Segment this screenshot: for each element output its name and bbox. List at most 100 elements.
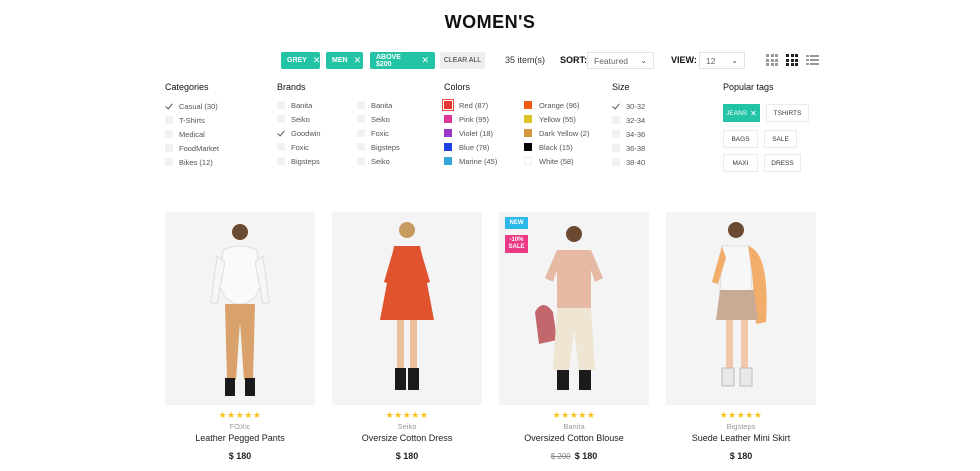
option-label: Medical	[179, 129, 205, 139]
color-swatch[interactable]	[524, 129, 532, 137]
size-option[interactable]: 36-38	[612, 141, 692, 155]
size-option[interactable]: 34-36	[612, 127, 692, 141]
option-label: 32-34	[626, 115, 646, 125]
color-swatch[interactable]	[444, 143, 452, 151]
view-select[interactable]: 12 ⌄	[699, 52, 745, 69]
checkbox[interactable]	[277, 143, 285, 151]
checkbox[interactable]	[165, 116, 173, 124]
color-option-dark-yellow[interactable]: Dark Yellow (2)	[524, 126, 609, 140]
product-image[interactable]: NEW -10% SALE	[499, 212, 649, 405]
brand-option[interactable]: Bigsteps	[357, 140, 432, 154]
product-brand[interactable]: Banita	[499, 422, 649, 432]
checkbox[interactable]	[357, 143, 365, 151]
color-swatch[interactable]	[524, 115, 532, 123]
category-option[interactable]: Bikes (12)	[165, 155, 265, 169]
clear-all-button[interactable]: CLEAR ALL	[440, 52, 485, 69]
tag-tshirts[interactable]: TSHIRTS	[766, 104, 809, 122]
tag-maxi[interactable]: MAXI	[723, 154, 758, 172]
filter-chip-men[interactable]: MEN ✕	[326, 52, 363, 69]
color-swatch[interactable]	[444, 129, 452, 137]
category-option[interactable]: FoodMarket	[165, 141, 265, 155]
product-name[interactable]: Oversized Cotton Blouse	[499, 433, 649, 448]
color-option-yellow[interactable]: Yellow (55)	[524, 112, 609, 126]
product-name[interactable]: Leather Pegged Pants	[165, 433, 315, 448]
checkbox[interactable]	[357, 115, 365, 123]
brand-option[interactable]: Bigsteps	[277, 154, 352, 168]
color-swatch[interactable]	[444, 115, 452, 123]
category-option[interactable]: Casual (30)	[165, 99, 265, 113]
brand-option[interactable]: Banita	[277, 98, 352, 112]
product-image[interactable]	[332, 212, 482, 405]
filter-chip-grey[interactable]: GREY ✕	[281, 52, 320, 69]
size-option[interactable]: 30-32	[612, 99, 692, 113]
checkbox[interactable]	[165, 130, 173, 138]
color-option-violet[interactable]: Violet (18)	[444, 126, 524, 140]
sort-select[interactable]: Featured ⌄	[587, 52, 654, 69]
checkbox[interactable]	[165, 102, 173, 110]
tag-bags[interactable]: BAGS	[723, 130, 758, 148]
product-brand[interactable]: FOXic	[165, 422, 315, 432]
color-swatch[interactable]	[524, 101, 532, 109]
color-option-blue[interactable]: Blue (78)	[444, 140, 524, 154]
filter-chip-price[interactable]: ABOVE $200 ✕	[370, 52, 435, 69]
checkbox[interactable]	[357, 157, 365, 165]
color-option-black[interactable]: Black (15)	[524, 140, 609, 154]
close-icon[interactable]: ✕	[750, 109, 757, 118]
color-swatch[interactable]	[444, 157, 452, 165]
checkbox[interactable]	[612, 130, 620, 138]
brand-option[interactable]: Seiko	[357, 112, 432, 126]
product-name[interactable]: Suede Leather Mini Skirt	[666, 433, 816, 448]
product-card[interactable]: ★★★★★ FOXic Leather Pegged Pants $ 180	[165, 212, 315, 461]
product-card[interactable]: ★★★★★ Seiko Oversize Cotton Dress $ 180	[332, 212, 482, 461]
brand-option[interactable]: Foxic	[277, 140, 352, 154]
product-card[interactable]: NEW -10% SALE ★★★★★ Banita Oversized Cott…	[499, 212, 649, 461]
checkbox[interactable]	[277, 101, 285, 109]
close-icon[interactable]: ✕	[313, 56, 321, 65]
product-brand[interactable]: Seiko	[332, 422, 482, 432]
color-swatch[interactable]	[442, 99, 454, 111]
tag-dress[interactable]: DRESS	[764, 154, 801, 172]
checkbox[interactable]	[612, 116, 620, 124]
color-option-white[interactable]: White (58)	[524, 154, 609, 168]
size-option[interactable]: 32-34	[612, 113, 692, 127]
brand-option[interactable]: Goodwin	[277, 126, 352, 140]
color-swatch[interactable]	[524, 143, 532, 151]
color-option-orange[interactable]: Orange (96)	[524, 98, 609, 112]
option-label: Banita	[291, 100, 313, 110]
product-image[interactable]	[666, 212, 816, 405]
product-brand[interactable]: Bigsteps	[666, 422, 816, 432]
color-option-pink[interactable]: Pink (95)	[444, 112, 524, 126]
brand-option[interactable]: Foxic	[357, 126, 432, 140]
checkbox[interactable]	[165, 144, 173, 152]
grid-4-icon[interactable]	[786, 54, 798, 66]
checkbox[interactable]	[165, 158, 173, 166]
close-icon[interactable]: ✕	[421, 56, 429, 65]
brand-option[interactable]: Seiko	[357, 154, 432, 168]
checkbox[interactable]	[357, 101, 365, 109]
grid-3-icon[interactable]	[766, 54, 778, 66]
product-image[interactable]	[165, 212, 315, 405]
checkbox[interactable]	[277, 157, 285, 165]
color-option-marine[interactable]: Marine (45)	[444, 154, 524, 168]
list-view-icon[interactable]	[806, 54, 819, 66]
option-label: Yellow (55)	[539, 114, 576, 124]
color-swatch[interactable]	[524, 157, 532, 165]
tag-jeans[interactable]: JEANS ✕	[723, 104, 760, 122]
brand-option[interactable]: Seiko	[277, 112, 352, 126]
product-card[interactable]: ★★★★★ Bigsteps Suede Leather Mini Skirt …	[666, 212, 816, 461]
checkbox[interactable]	[612, 144, 620, 152]
category-option[interactable]: Medical	[165, 127, 265, 141]
checkbox[interactable]	[357, 129, 365, 137]
color-option-red[interactable]: Red (87)	[442, 98, 524, 112]
filter-title: Brands	[277, 82, 306, 92]
checkbox[interactable]	[277, 115, 285, 123]
product-name[interactable]: Oversize Cotton Dress	[332, 433, 482, 448]
close-icon[interactable]: ✕	[354, 56, 362, 65]
size-option[interactable]: 38-40	[612, 155, 692, 169]
checkbox[interactable]	[277, 129, 285, 137]
category-option[interactable]: T-Shirts	[165, 113, 265, 127]
checkbox[interactable]	[612, 158, 620, 166]
brand-option[interactable]: Banita	[357, 98, 432, 112]
tag-sale[interactable]: SALE	[764, 130, 797, 148]
checkbox[interactable]	[612, 102, 620, 110]
